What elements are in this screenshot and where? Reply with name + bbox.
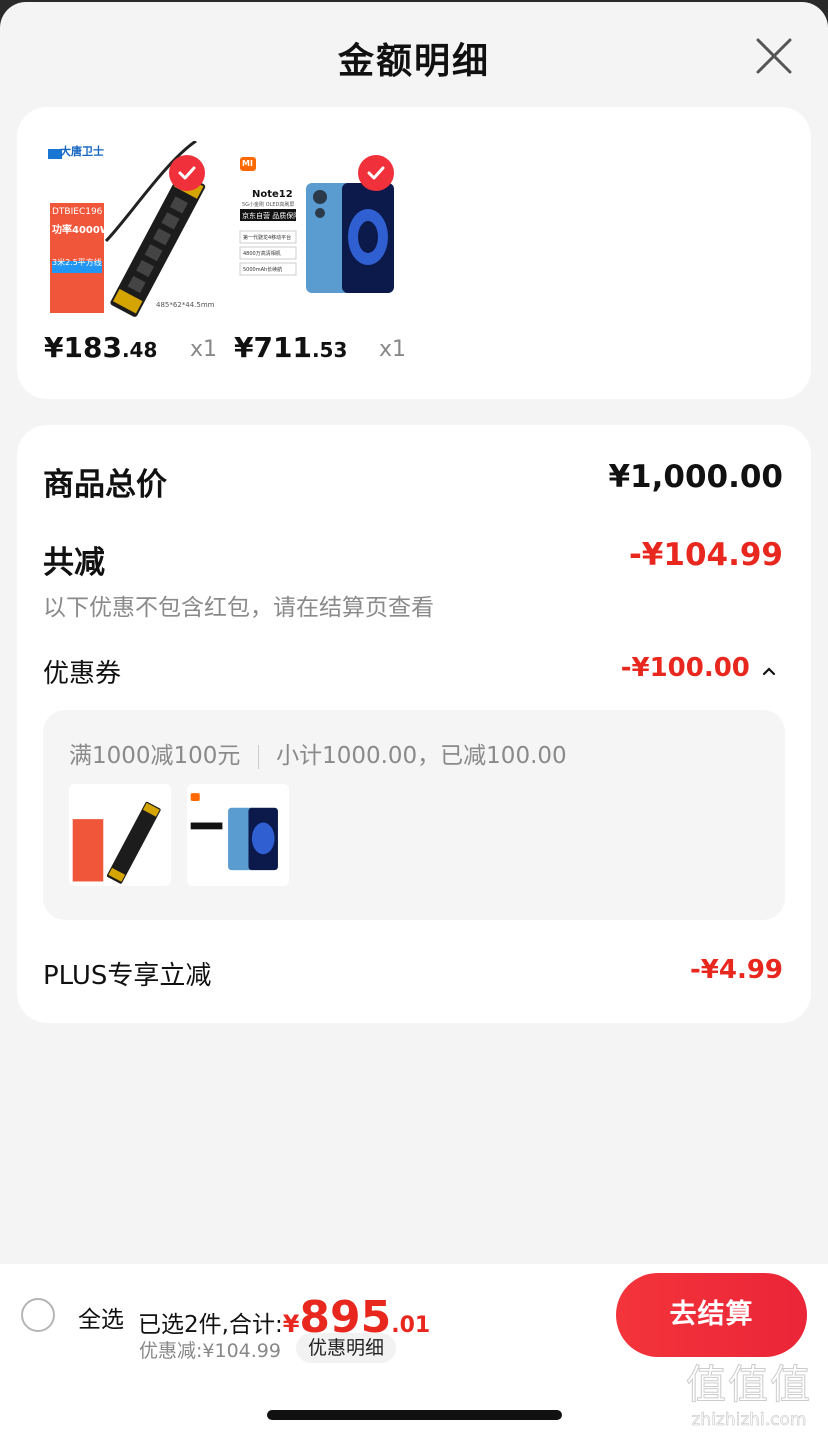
product-price: ¥711.53 bbox=[234, 331, 347, 364]
selected-products-card: 大唐卫士 DTBIEC196 功率4000W 3米2.5平方线 485*62*4… bbox=[17, 107, 811, 399]
product-dims-label: 485*62*44.5mm bbox=[156, 301, 215, 309]
selected-check-icon[interactable] bbox=[169, 155, 205, 191]
select-all-radio[interactable] bbox=[21, 1298, 55, 1332]
total-price-value: ¥1,000.00 bbox=[608, 459, 783, 495]
selected-check-icon[interactable] bbox=[358, 155, 394, 191]
coupon-detail-box: 满1000减100元 小计1000.00，已减100.00 bbox=[43, 710, 785, 920]
amount-detail-sheet: 金额明细 大唐卫士 DTBIEC196 功率4000W 3米2.5平方线 485… bbox=[0, 2, 828, 1436]
total-price-label: 商品总价 bbox=[43, 467, 167, 503]
chevron-up-icon bbox=[762, 666, 776, 675]
discount-amount: 优惠减:¥104.99 bbox=[139, 1340, 281, 1362]
watermark-glyphs: 值值值 bbox=[686, 1362, 812, 1409]
product-spec-label: 3米2.5平方线 bbox=[52, 258, 102, 267]
price-decimal: .53 bbox=[311, 338, 348, 362]
coupon-product-thumb[interactable] bbox=[69, 784, 171, 886]
close-icon[interactable] bbox=[754, 36, 794, 76]
product-subtitle-label: 5G小金刚 OLED高刷屏 bbox=[242, 202, 295, 208]
reduction-note: 以下优惠不包含红包，请在结算页查看 bbox=[43, 595, 434, 621]
select-all-label[interactable]: 全选 bbox=[78, 1300, 124, 1334]
phone-thumb-image bbox=[188, 784, 288, 886]
price-decimal: .48 bbox=[121, 338, 158, 362]
watermark-url: zhizhizhi.com bbox=[691, 1410, 807, 1431]
checkout-button[interactable]: 去结算 bbox=[616, 1273, 807, 1357]
product-model-label: DTBIEC196 bbox=[52, 207, 103, 217]
product-quantity: x1 bbox=[379, 337, 407, 362]
product-feature-2: 4800万高清相机 bbox=[243, 251, 281, 257]
checkmark-icon bbox=[367, 166, 385, 180]
coupon-rule-line: 满1000减100元 小计1000.00，已减100.00 bbox=[69, 736, 567, 770]
coupon-product-thumb[interactable] bbox=[187, 784, 289, 886]
summary-prefix: 已选2件,合计: bbox=[138, 1312, 283, 1338]
product-feature-1: 第一代骁龙4移动平台 bbox=[243, 235, 292, 241]
watermark: 值值值 zhizhizhi.com bbox=[676, 1352, 822, 1432]
total-decimal: .01 bbox=[391, 1313, 431, 1338]
coupon-rule: 满1000减100元 bbox=[69, 743, 241, 769]
power-strip-thumb-image bbox=[70, 784, 170, 886]
divider bbox=[257, 744, 259, 769]
coupon-label: 优惠券 bbox=[43, 659, 122, 689]
price-integer: ¥711 bbox=[234, 331, 312, 364]
product-brand-label: 大唐卫士 bbox=[60, 145, 104, 158]
product-feature-3: 5000mAh长续航 bbox=[243, 267, 283, 273]
coupon-subtotal: 小计1000.00，已减100.00 bbox=[276, 743, 567, 769]
product-brand-label: MI bbox=[242, 159, 253, 168]
product-price: ¥183.48 bbox=[44, 331, 157, 364]
discount-detail-button[interactable]: 优惠明细 bbox=[296, 1333, 397, 1363]
coupon-toggle[interactable]: -¥100.00 bbox=[621, 653, 777, 683]
sheet-header: 金额明细 bbox=[0, 2, 828, 106]
coupon-value: -¥100.00 bbox=[620, 653, 750, 683]
price-integer: ¥183 bbox=[44, 331, 122, 364]
home-indicator[interactable] bbox=[267, 1410, 562, 1420]
price-breakdown-card: 商品总价 ¥1,000.00 共减 -¥104.99 以下优惠不包含红包，请在结… bbox=[17, 425, 811, 1023]
product-badge-label: 京东自营 品质保障 bbox=[242, 212, 301, 220]
total-reduction-label: 共减 bbox=[43, 545, 105, 581]
product-power-label: 功率4000W bbox=[52, 225, 111, 236]
total-currency: ¥ bbox=[282, 1310, 300, 1338]
total-reduction-value: -¥104.99 bbox=[628, 537, 783, 573]
product-model-label: Note12 bbox=[252, 189, 293, 200]
checkmark-icon bbox=[178, 166, 196, 180]
plus-discount-value: -¥4.99 bbox=[689, 955, 783, 985]
product-quantity: x1 bbox=[190, 337, 218, 362]
plus-discount-label: PLUS专享立减 bbox=[43, 961, 212, 991]
sheet-title: 金额明细 bbox=[337, 41, 490, 82]
